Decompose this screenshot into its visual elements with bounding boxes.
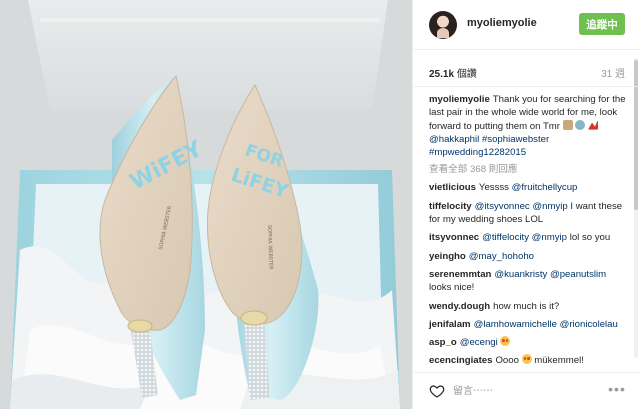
high-heel-emoji-icon <box>588 119 599 130</box>
heart-icon[interactable] <box>429 383 445 399</box>
more-options-icon[interactable]: ••• <box>607 380 627 402</box>
comment-mention[interactable]: @lamhowamichelle @rionicolelau <box>474 319 618 330</box>
following-button[interactable]: 追蹤中 <box>579 13 625 35</box>
post-date[interactable]: 31 週 <box>601 65 625 80</box>
comment-item: ecencingiates Oooo mükemmel! <box>429 354 627 366</box>
bride-emoji-icon <box>562 119 573 130</box>
comment-item: itsyvonnec @tiffelocity @nmyip lol so you <box>429 231 627 244</box>
username-link[interactable]: myoliemyolie <box>467 17 537 29</box>
comment-text: lol so you <box>569 232 611 244</box>
comment-mention[interactable]: @may_hohoho <box>469 251 534 262</box>
comment-username[interactable]: tiffelocity <box>429 201 472 212</box>
post-header: myoliemyolie 追蹤中 <box>413 0 640 50</box>
comment-item: tiffelocity @itsyvonnec @nmyip I want the… <box>429 200 627 227</box>
likes-number: 25.1k <box>429 69 455 80</box>
comment-username[interactable]: vietlicious <box>429 182 476 193</box>
comment-text: Yessss <box>478 182 509 194</box>
post-photo[interactable]: WiFEY SOPHIA WEBSTER FOR LiFEY SOPHIA WE… <box>0 0 412 409</box>
likes-label: 個讚 <box>456 69 477 80</box>
comment-item: yeingho @may_hohoho <box>429 250 627 263</box>
post-sidebar: myoliemyolie 追蹤中 25.1k 個讚 31 週 myoliemyo… <box>412 0 640 409</box>
caption-username[interactable]: myoliemyolie <box>429 94 490 105</box>
comment-username[interactable]: serenemmtan <box>429 269 491 280</box>
comment-mention[interactable]: @itsyvonnec @nmyip <box>475 201 568 212</box>
caption: myoliemyolie Thank you for searching for … <box>429 93 627 159</box>
heart-eyes-emoji-icon <box>521 354 532 365</box>
comment-item: vietlicious Yessss @fruitchellycup <box>429 181 627 194</box>
post-stats: 25.1k 個讚 31 週 <box>429 65 625 81</box>
comment-item: wendy.dough how much is it? <box>429 300 627 313</box>
comment-item: jenifalam @lamhowamichelle @rionicolelau <box>429 318 627 331</box>
view-all-comments-link[interactable]: 查看全部 368 則回應 <box>429 163 627 176</box>
comment-mention[interactable]: @fruitchellycup <box>512 182 578 193</box>
comment-username[interactable]: jenifalam <box>429 319 471 330</box>
comments-list: myoliemyolie Thank you for searching for … <box>413 86 639 366</box>
avatar[interactable] <box>429 11 457 39</box>
comment-username[interactable]: asp_o <box>429 337 457 348</box>
comment-item: serenemmtan @kuankristy @peanutslim looks… <box>429 268 627 295</box>
likes-count[interactable]: 25.1k 個讚 <box>429 65 477 80</box>
comment-mention[interactable]: @ecengi <box>460 337 498 348</box>
comment-footer: ••• <box>413 372 639 409</box>
comment-username[interactable]: ecencingiates <box>429 355 492 366</box>
shoe-photo-illustration: WiFEY SOPHIA WEBSTER FOR LiFEY SOPHIA WE… <box>0 0 412 409</box>
comment-username[interactable]: wendy.dough <box>429 301 490 312</box>
comment-text: mükemmel! <box>534 355 584 366</box>
caption-mention[interactable]: @hakkaphil <box>429 134 479 145</box>
comment-text: how much is it? <box>493 300 560 312</box>
comment-username[interactable]: itsyvonnec <box>429 232 479 243</box>
comment-text: Oooo <box>495 355 519 366</box>
comment-item: asp_o @ecengi <box>429 336 627 349</box>
ring-emoji-icon <box>575 119 586 130</box>
add-comment-input[interactable] <box>453 381 603 401</box>
comment-mention[interactable]: @tiffelocity @nmyip <box>482 232 567 243</box>
comment-username[interactable]: yeingho <box>429 251 466 262</box>
comment-mention[interactable]: @kuankristy @peanutslim <box>494 269 606 280</box>
heart-eyes-emoji-icon <box>500 336 511 347</box>
comment-text: looks nice! <box>429 282 475 294</box>
